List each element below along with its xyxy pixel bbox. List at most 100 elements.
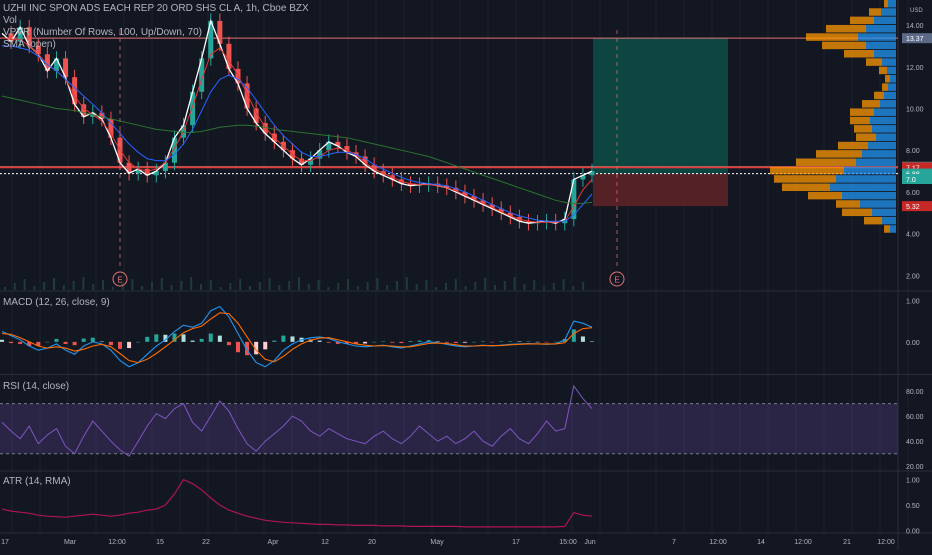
volume-bar — [415, 284, 418, 290]
symbol-title[interactable]: UZHI INC SPON ADS EACH REP 20 ORD SHS CL… — [3, 3, 309, 15]
time-tick-label: 17 — [1, 539, 9, 546]
macd-histogram-bar — [90, 337, 95, 342]
indicator-vol[interactable]: Vol — [3, 15, 309, 27]
vpvr-bar-up — [872, 208, 896, 217]
time-tick-label: 12:00 — [709, 539, 727, 546]
vpvr-bar-down — [874, 91, 884, 100]
macd-title[interactable]: MACD (12, 26, close, 9) — [3, 297, 110, 308]
currency-label: USD — [910, 8, 923, 14]
time-tick-label: 20 — [368, 539, 376, 546]
vpvr-bar-up — [830, 183, 896, 192]
macd-histogram-bar — [108, 341, 113, 346]
price-tick-label: 8.00 — [906, 148, 920, 155]
volume-bar — [484, 278, 487, 290]
volume-bar — [102, 280, 104, 290]
vpvr-bar-up — [872, 125, 896, 133]
macd-histogram-bar — [435, 341, 440, 342]
atr-tick-label: 0.50 — [906, 503, 920, 510]
macd-histogram-bar — [127, 341, 132, 349]
macd-histogram-bar — [217, 335, 222, 342]
time-tick-label: 7 — [672, 539, 676, 546]
macd-histogram-bar — [63, 341, 68, 344]
volume-bar — [229, 283, 232, 290]
vpvr-bar-up — [874, 49, 896, 58]
volume-bar — [317, 280, 320, 290]
trading-chart[interactable]: E E USD 14.00 12.00 10.00 8.00 6.00 4.00 2.00 13.3… — [0, 0, 932, 550]
rsi-title[interactable]: RSI (14, close) — [3, 381, 69, 392]
macd-tick-label: 1.00 — [906, 298, 920, 305]
vpvr-bar-up — [888, 83, 896, 91]
atr-title[interactable]: ATR (14, RMA) — [3, 476, 71, 487]
long-position-profit-zone — [593, 38, 728, 174]
price-tick-label: 12.00 — [906, 65, 924, 72]
volume-bar — [572, 286, 575, 290]
indicator-sma[interactable]: SMA (open) — [3, 39, 309, 51]
rsi-tick-label: 20.00 — [906, 464, 924, 471]
macd-histogram-bar — [363, 341, 368, 344]
vpvr-bar-up — [858, 33, 896, 41]
vpvr-bar-down — [844, 49, 874, 58]
time-tick-label: 14 — [757, 539, 765, 546]
macd-histogram-bar — [517, 341, 522, 342]
macd-histogram-bar — [553, 341, 558, 343]
vpvr-bar-down — [842, 208, 872, 217]
volume-bar — [190, 277, 193, 290]
macd-histogram-bar — [290, 336, 295, 342]
vpvr-bar-up — [866, 24, 896, 33]
indicator-vpvr[interactable]: VPVR (Number Of Rows, 100, Up/Down, 70) — [3, 27, 309, 39]
macd-histogram-bar — [45, 341, 50, 343]
volume-bar — [33, 286, 36, 290]
time-tick-label: Apr — [268, 539, 280, 546]
vpvr-bar-down — [774, 175, 836, 183]
vpvr-bar-down — [822, 41, 866, 50]
volume-bar — [160, 278, 163, 290]
vpvr-bar-down — [850, 108, 874, 116]
vpvr-bar-up — [874, 16, 896, 25]
macd-histogram-bar — [136, 341, 141, 343]
volume-bar — [141, 286, 144, 290]
macd-histogram-bar — [590, 341, 594, 342]
macd-histogram-bar — [145, 336, 150, 342]
vpvr-bar-up — [884, 91, 896, 100]
vpvr-bar-down — [816, 150, 862, 158]
volume-bar — [131, 279, 134, 290]
macd-histogram-bar — [580, 336, 585, 342]
chart-background — [0, 0, 932, 550]
vpvr-bar-down — [850, 16, 874, 25]
volume-bar — [327, 287, 330, 290]
atr-tick-label: 0.00 — [906, 528, 920, 535]
macd-histogram-bar — [272, 340, 277, 342]
price-tick-label: 2.00 — [906, 273, 920, 280]
vpvr-bar-up — [870, 116, 896, 125]
vpvr-bar-up — [866, 41, 896, 50]
time-tick-label: 21 — [843, 539, 851, 546]
vpvr-bar-up — [880, 100, 896, 108]
macd-histogram-bar — [190, 340, 195, 342]
time-tick-label: 15 — [156, 539, 164, 546]
price-label-text: 5.32 — [906, 204, 920, 211]
macd-histogram-bar — [417, 340, 422, 342]
macd-histogram-bar — [499, 341, 504, 342]
time-tick-label: 22 — [202, 539, 210, 546]
vpvr-bar-down — [796, 158, 856, 166]
price-label-text: 7.0 — [906, 177, 916, 184]
price-tick-label: 10.00 — [906, 106, 924, 113]
price-label-text: 13.37 — [906, 36, 924, 43]
time-tick-label: 12 — [321, 539, 329, 546]
long-position-loss-zone — [593, 173, 728, 207]
vpvr-bar-down — [866, 58, 882, 66]
volume-bar — [405, 277, 408, 290]
vpvr-bar-down — [826, 24, 866, 33]
time-tick-label: Jun — [584, 539, 595, 546]
volume-bar — [386, 285, 389, 290]
volume-bar — [396, 281, 398, 290]
macd-histogram-bar — [281, 335, 286, 342]
vpvr-bar-up — [890, 225, 896, 233]
volume-bar — [523, 284, 526, 290]
volume-bar — [552, 283, 555, 290]
macd-histogram-bar — [472, 341, 476, 343]
time-tick-label: May — [430, 539, 444, 546]
chart-canvas[interactable]: E E USD 14.00 12.00 10.00 8.00 6.00 4.00 2.00 13.3… — [0, 0, 932, 550]
volume-bar — [562, 279, 565, 290]
volume-bar — [239, 279, 242, 290]
